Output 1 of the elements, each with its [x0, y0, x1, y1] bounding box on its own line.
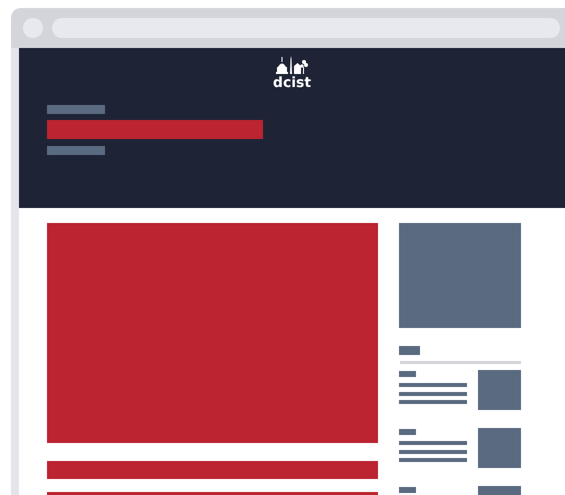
site-logo[interactable]: dcist [272, 76, 312, 90]
